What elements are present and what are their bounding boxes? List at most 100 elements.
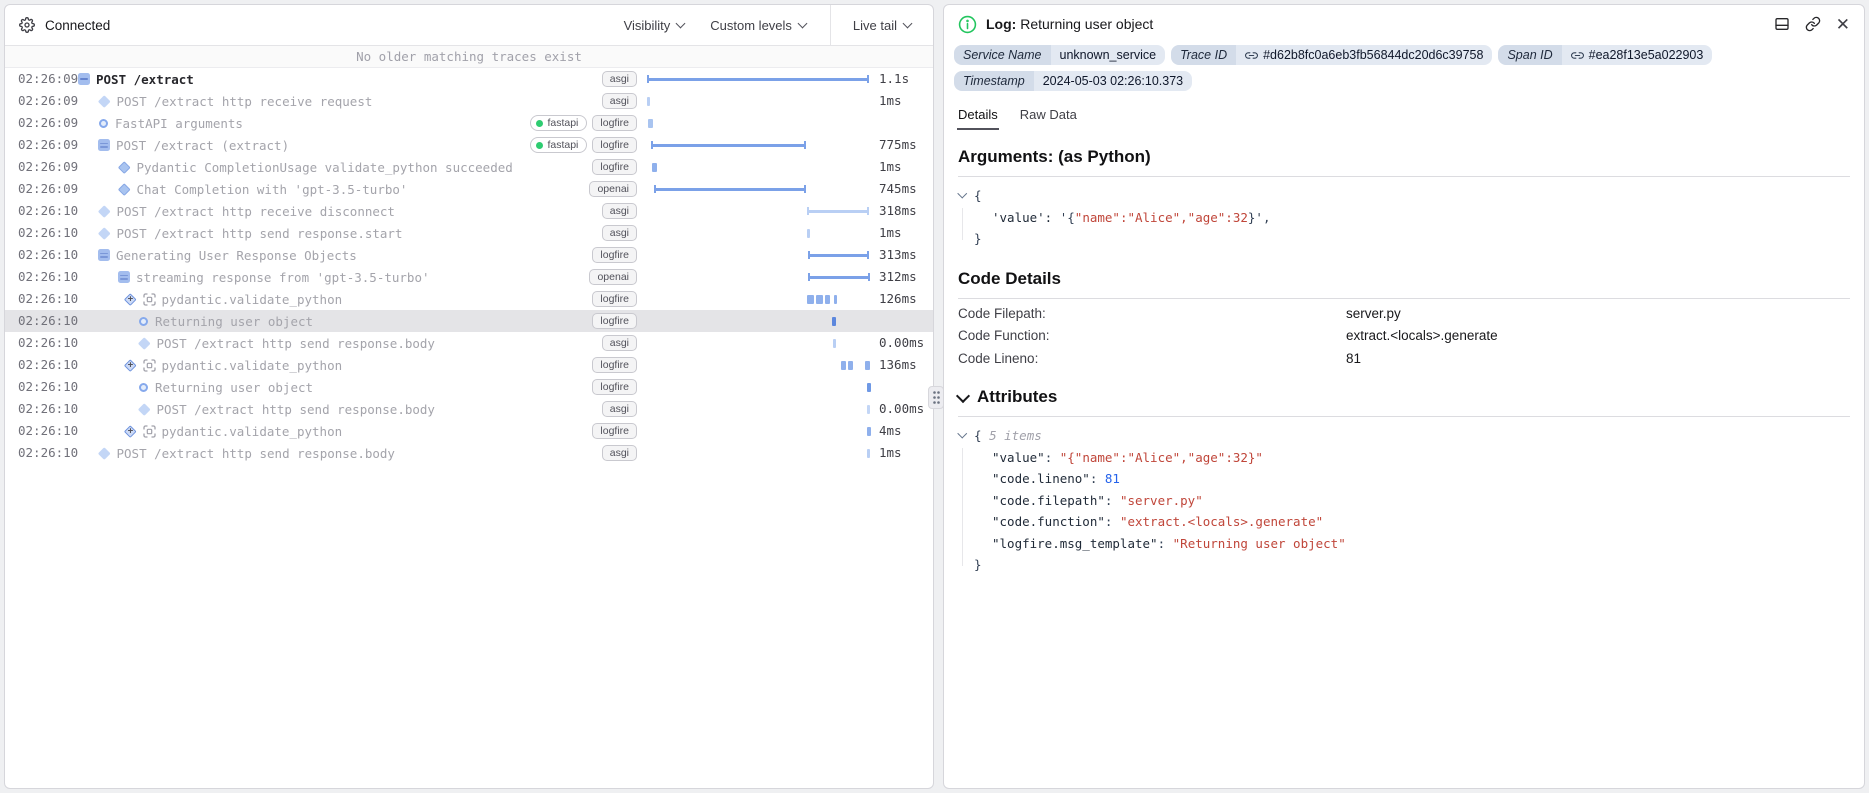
code-line: { 5 items [958,425,1850,447]
trace-row[interactable]: 02:26:10POST /extract http send response… [5,332,933,354]
collapse-chevron-icon[interactable] [958,429,967,438]
badge-label: Service Name [954,45,1051,65]
trace-row[interactable]: 02:26:09FastAPI argumentsfastapilogfire [5,112,933,134]
trace-row[interactable]: 02:26:10POST /extract http send response… [5,398,933,420]
row-label: Returning user object [138,376,313,398]
row-tags: logfire [592,420,637,442]
row-duration-track [646,310,872,332]
row-duration-track [646,200,872,222]
trace-row[interactable]: 02:26:09POST /extractasgi1.1s [5,68,933,90]
row-duration: 1ms [879,442,902,464]
span-diamond-plus-icon: + [124,293,136,305]
close-icon[interactable]: ✕ [1836,16,1850,33]
duration-bar-segment [816,295,823,304]
trace-panel-header: Connected Visibility Custom levels Live … [5,5,933,46]
trace-row[interactable]: 02:26:10+pydantic.validate_pythonlogfire… [5,354,933,376]
row-duration: 4ms [879,420,902,442]
trace-panel: Connected Visibility Custom levels Live … [4,4,934,789]
gear-icon[interactable] [19,17,35,33]
row-duration: 775ms [879,134,917,156]
trace-row[interactable]: 02:26:09 POST /extract http receive reque… [5,90,933,112]
duration-bar [654,185,806,193]
log-circle-icon [139,383,148,392]
row-tags: logfire [592,354,637,376]
row-timestamp: 02:26:09 [18,90,78,112]
row-duration: 1ms [879,222,902,244]
trace-row[interactable]: 02:26:10POST /extract http send response… [5,222,933,244]
collapse-chevron-icon[interactable] [958,189,967,198]
tag-logfire: logfire [592,357,637,374]
row-duration: 136ms [879,354,917,376]
badge-trace-id[interactable]: Trace ID#d62b8fc0a6eb3fb56844dc20d6c3975… [1171,45,1492,65]
divider [958,176,1850,177]
badge-label: Span ID [1498,45,1561,65]
row-duration: 318ms [879,200,917,222]
tag-logfire: logfire [592,379,637,396]
tag-asgi: asgi [602,225,637,242]
info-icon [958,15,977,34]
dock-panel-icon[interactable] [1774,16,1790,32]
code-detail-row: Code Filepath:server.py [958,303,1850,326]
tag-asgi: asgi [602,71,637,88]
row-label: POST /extract http send response.body [138,332,435,354]
green-dot-icon [536,120,543,127]
badge-label: Timestamp [954,71,1034,91]
row-tags: asgi [602,90,637,112]
badge-span-id[interactable]: Span ID#ea28f13e5a022903 [1498,45,1712,65]
collapse-span-icon[interactable] [78,73,90,85]
row-tags: fastapilogfire [530,134,637,156]
duration-bar-segment [841,361,846,370]
tag-logfire: logfire [592,423,637,440]
code-detail-row: Code Lineno:81 [958,348,1850,371]
trace-row[interactable]: 02:26:09Chat Completion with 'gpt-3.5-tu… [5,178,933,200]
row-tags: logfire [592,376,637,398]
badge-value: unknown_service [1051,45,1166,65]
row-tags: logfire [592,244,637,266]
span-diamond-plus-icon: + [124,359,136,371]
duration-bar [651,141,806,149]
collapse-chevron-icon[interactable] [956,389,970,403]
row-label: +pydantic.validate_python [124,420,342,442]
detail-title: Log: Returning user object [986,16,1153,32]
row-label: POST /extract http receive request [98,90,372,112]
row-label: POST /extract [78,68,194,90]
custom-levels-dropdown[interactable]: Custom levels [710,18,806,33]
tag-asgi: asgi [602,445,637,462]
row-timestamp: 02:26:09 [18,156,78,178]
row-duration: 0.00ms [879,332,924,354]
duration-bar-segment [834,295,837,304]
row-timestamp: 02:26:10 [18,288,78,310]
trace-row[interactable]: 02:26:10 streaming response from 'gpt-3.5… [5,266,933,288]
chevron-down-icon [676,19,686,29]
span-diamond-icon [98,205,110,217]
trace-row[interactable]: 02:26:10+pydantic.validate_pythonlogfire… [5,420,933,442]
trace-row[interactable]: 02:26:10POST /extract http receive disco… [5,200,933,222]
code-detail-value: extract.<locals>.generate [1346,325,1498,348]
row-label: POST /extract http send response.body [98,442,395,464]
panel-resize-handle[interactable] [928,386,944,409]
row-timestamp: 02:26:10 [18,398,78,420]
row-duration-track [646,332,872,354]
live-tail-dropdown[interactable]: Live tail [831,18,933,33]
trace-row[interactable]: 02:26:10+pydantic.validate_pythonlogfire… [5,288,933,310]
copy-link-icon[interactable] [1805,16,1821,32]
duration-bar-segment [867,427,871,436]
row-duration-track [646,354,872,376]
visibility-dropdown[interactable]: Visibility [624,18,685,33]
row-tags: asgi [602,398,637,420]
code-detail-label: Code Filepath: [958,303,1346,326]
row-label: streaming response from 'gpt-3.5-turbo' [118,266,430,288]
trace-row[interactable]: 02:26:10Returning user objectlogfire [5,310,933,332]
trace-row[interactable]: 02:26:09Pydantic CompletionUsage validat… [5,156,933,178]
trace-row[interactable]: 02:26:10Returning user objectlogfire [5,376,933,398]
trace-row[interactable]: 02:26:10Generating User Response Objects… [5,244,933,266]
trace-row[interactable]: 02:26:09POST /extract (extract)fastapilo… [5,134,933,156]
arguments-heading: Arguments: (as Python) [958,147,1850,167]
tab-details[interactable]: Details [957,100,999,130]
tab-raw-data[interactable]: Raw Data [1019,100,1078,130]
row-timestamp: 02:26:10 [18,244,78,266]
row-timestamp: 02:26:10 [18,266,78,288]
link-icon [1571,49,1584,62]
trace-row[interactable]: 02:26:10POST /extract http send response… [5,442,933,464]
trace-rows: 02:26:09POST /extractasgi1.1s02:26:09POS… [5,68,933,464]
